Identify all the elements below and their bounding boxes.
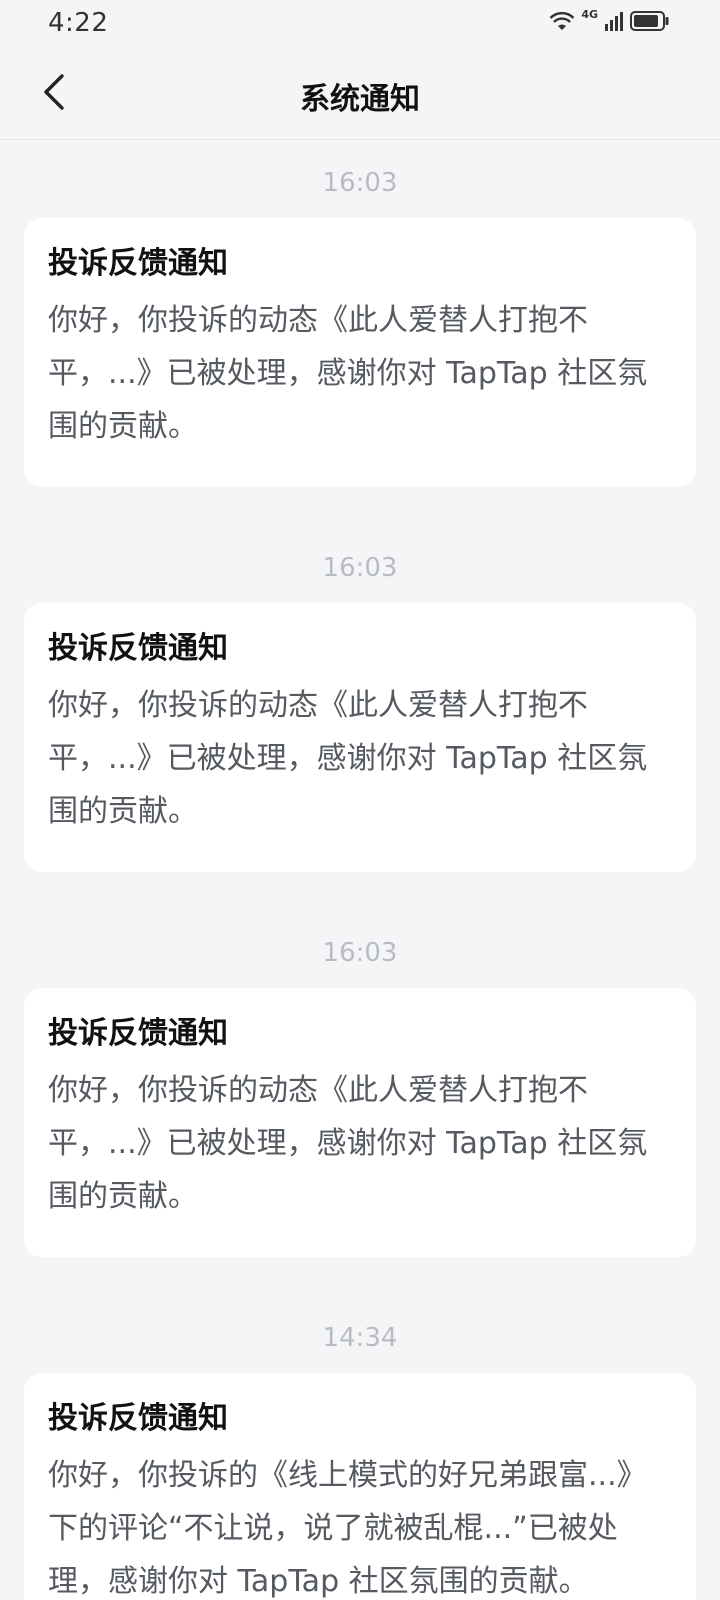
notification-group: 14:34 投诉反馈通知 你好，你投诉的《线上模式的好兄弟跟富...》下的评论“… xyxy=(0,1295,720,1600)
notification-title: 投诉反馈通知 xyxy=(48,631,228,666)
notification-body: 你好，你投诉的动态《此人爱替人打抱不平，...》已被处理，感谢你对 TapTap… xyxy=(48,688,648,829)
status-bar: 4:22 4G xyxy=(0,0,720,48)
notification-group: 16:03 投诉反馈通知 你好，你投诉的动态《此人爱替人打抱不平，...》已被处… xyxy=(0,140,720,525)
notification-time: 16:03 xyxy=(322,168,398,198)
notification-group: 16:03 投诉反馈通知 你好，你投诉的动态《此人爱替人打抱不平，...》已被处… xyxy=(0,525,720,910)
notification-list[interactable]: 16:03 投诉反馈通知 你好，你投诉的动态《此人爱替人打抱不平，...》已被处… xyxy=(0,140,720,1600)
notification-time: 16:03 xyxy=(322,553,398,583)
notification-title: 投诉反馈通知 xyxy=(48,1016,228,1051)
battery-icon xyxy=(630,10,670,36)
nav-bar: 系统通知 xyxy=(0,48,720,140)
page-title: 系统通知 xyxy=(300,82,420,117)
wifi-icon xyxy=(549,10,575,36)
notification-time: 14:34 xyxy=(322,1323,398,1353)
notification-body: 你好，你投诉的动态《此人爱替人打抱不平，...》已被处理，感谢你对 TapTap… xyxy=(48,303,648,444)
notification-time: 16:03 xyxy=(322,938,398,968)
notification-title: 投诉反馈通知 xyxy=(48,246,228,281)
notification-body: 你好，你投诉的动态《此人爱替人打抱不平，...》已被处理，感谢你对 TapTap… xyxy=(48,1073,648,1214)
status-time: 4:22 xyxy=(48,8,109,38)
notification-body: 你好，你投诉的《线上模式的好兄弟跟富...》下的评论“不让说，说了就被乱棍...… xyxy=(48,1458,647,1599)
notification-card[interactable]: 投诉反馈通知 你好，你投诉的动态《此人爱替人打抱不平，...》已被处理，感谢你对… xyxy=(24,218,696,487)
network-type-label: 4G xyxy=(581,8,598,21)
signal-icon xyxy=(604,10,624,36)
notification-group: 16:03 投诉反馈通知 你好，你投诉的动态《此人爱替人打抱不平，...》已被处… xyxy=(0,910,720,1295)
notification-title: 投诉反馈通知 xyxy=(48,1401,228,1436)
status-icons: 4G xyxy=(549,8,670,36)
notification-card[interactable]: 投诉反馈通知 你好，你投诉的《线上模式的好兄弟跟富...》下的评论“不让说，说了… xyxy=(24,1373,696,1600)
notification-card[interactable]: 投诉反馈通知 你好，你投诉的动态《此人爱替人打抱不平，...》已被处理，感谢你对… xyxy=(24,603,696,872)
notification-card[interactable]: 投诉反馈通知 你好，你投诉的动态《此人爱替人打抱不平，...》已被处理，感谢你对… xyxy=(24,988,696,1257)
